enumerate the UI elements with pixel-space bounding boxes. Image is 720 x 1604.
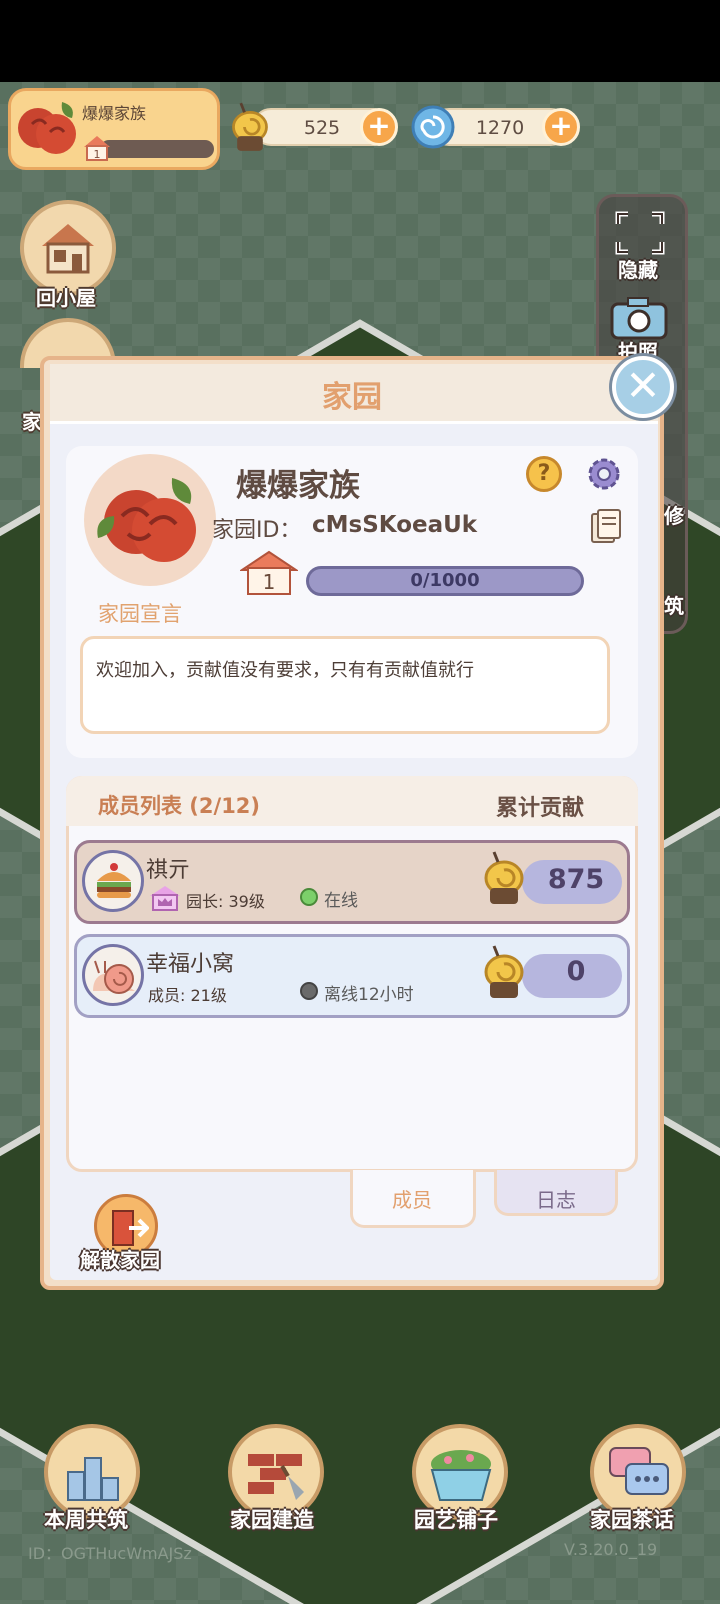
close-icon: ✕ bbox=[625, 361, 661, 410]
member-name: 祺亓 bbox=[146, 858, 191, 883]
rose-emblem-icon bbox=[18, 102, 76, 154]
leader-crown-icon bbox=[150, 886, 180, 911]
member-name: 幸福小窝 bbox=[146, 952, 235, 977]
member-status: 在线 bbox=[324, 891, 358, 911]
weekly-build-label: 本周共筑 bbox=[44, 1508, 128, 1532]
tab-log-label: 日志 bbox=[536, 1188, 576, 1212]
contribution-value: 875 bbox=[547, 864, 605, 895]
gear-icon[interactable] bbox=[584, 454, 624, 494]
add-snail-currency-button[interactable]: + bbox=[360, 108, 398, 146]
snail-currency-icon bbox=[484, 851, 524, 904]
family-progress-bar bbox=[100, 140, 214, 158]
declaration-text: 欢迎加入，贡献值没有要求，只有有贡献值就行 bbox=[96, 660, 474, 681]
snail-currency-icon bbox=[484, 945, 524, 998]
rose-emblem-icon bbox=[97, 478, 196, 562]
level-house-icon: 1 bbox=[240, 550, 298, 595]
contribution-value: 0 bbox=[566, 956, 586, 987]
contribution-header: 累计贡献 bbox=[496, 796, 585, 821]
exp-progress-bar: 0/1000 bbox=[306, 566, 584, 596]
swirl-gem-icon bbox=[411, 105, 455, 149]
tab-members-label: 成员 bbox=[392, 1188, 432, 1212]
offline-status-dot bbox=[300, 982, 318, 1000]
flower-basket-icon bbox=[430, 1450, 492, 1501]
exp-progress-text: 0/1000 bbox=[410, 570, 480, 591]
declaration-label: 家园宣言 bbox=[98, 602, 182, 626]
family-name: 爆爆家族 bbox=[82, 104, 147, 123]
add-swirl-currency-button[interactable]: + bbox=[542, 108, 580, 146]
modal-title: 家园 bbox=[322, 380, 382, 415]
house-icon bbox=[42, 224, 94, 274]
camera-icon[interactable] bbox=[608, 294, 670, 342]
garden-shop-label: 园艺铺子 bbox=[414, 1508, 498, 1532]
exit-door-icon bbox=[112, 1210, 149, 1246]
version-label: V.3.20.0_19 bbox=[564, 1540, 658, 1559]
podium-icon bbox=[67, 1457, 119, 1501]
family-title: 爆爆家族 bbox=[236, 468, 360, 504]
svg-text:1: 1 bbox=[94, 148, 101, 161]
declaration-box bbox=[80, 636, 610, 734]
player-id: ID：OGTHucWmAJSz bbox=[28, 1544, 192, 1563]
garden-tea-label: 家园茶话 bbox=[590, 1508, 674, 1532]
member-list-title: 成员列表 (2/12) bbox=[98, 794, 261, 818]
snail-avatar-icon bbox=[93, 960, 135, 994]
member-role: 园长: 39级 bbox=[186, 892, 265, 911]
avatar bbox=[82, 944, 144, 1006]
family-id-value: cMsSKoeaUk bbox=[312, 512, 478, 538]
svg-text:1: 1 bbox=[263, 570, 276, 594]
hide-ui-icon[interactable] bbox=[612, 208, 668, 258]
repair-label: 修 bbox=[664, 504, 684, 528]
member-role: 成员: 21级 bbox=[148, 986, 227, 1005]
avatar bbox=[82, 850, 144, 912]
close-button[interactable]: ✕ bbox=[612, 356, 674, 418]
brick-trowel-icon bbox=[248, 1454, 304, 1500]
family-emblem bbox=[84, 454, 216, 586]
hide-label: 隐藏 bbox=[618, 258, 658, 282]
help-icon[interactable]: ? bbox=[526, 456, 562, 492]
chat-bubbles-icon bbox=[609, 1447, 669, 1495]
copy-icon[interactable] bbox=[588, 508, 624, 548]
burger-icon bbox=[97, 863, 131, 898]
online-status-dot bbox=[300, 888, 318, 906]
member-status: 离线12小时 bbox=[324, 985, 414, 1005]
snail-currency-icon bbox=[232, 102, 268, 151]
build-label: 筑 bbox=[664, 594, 684, 618]
house-level-icon: 1 bbox=[84, 136, 110, 161]
garden-build-label: 家园建造 bbox=[230, 1508, 314, 1532]
disband-label: 解散家园 bbox=[80, 1248, 160, 1272]
home-button-label: 回小屋 bbox=[36, 286, 96, 310]
family-id-label: 家园ID： bbox=[212, 518, 302, 543]
